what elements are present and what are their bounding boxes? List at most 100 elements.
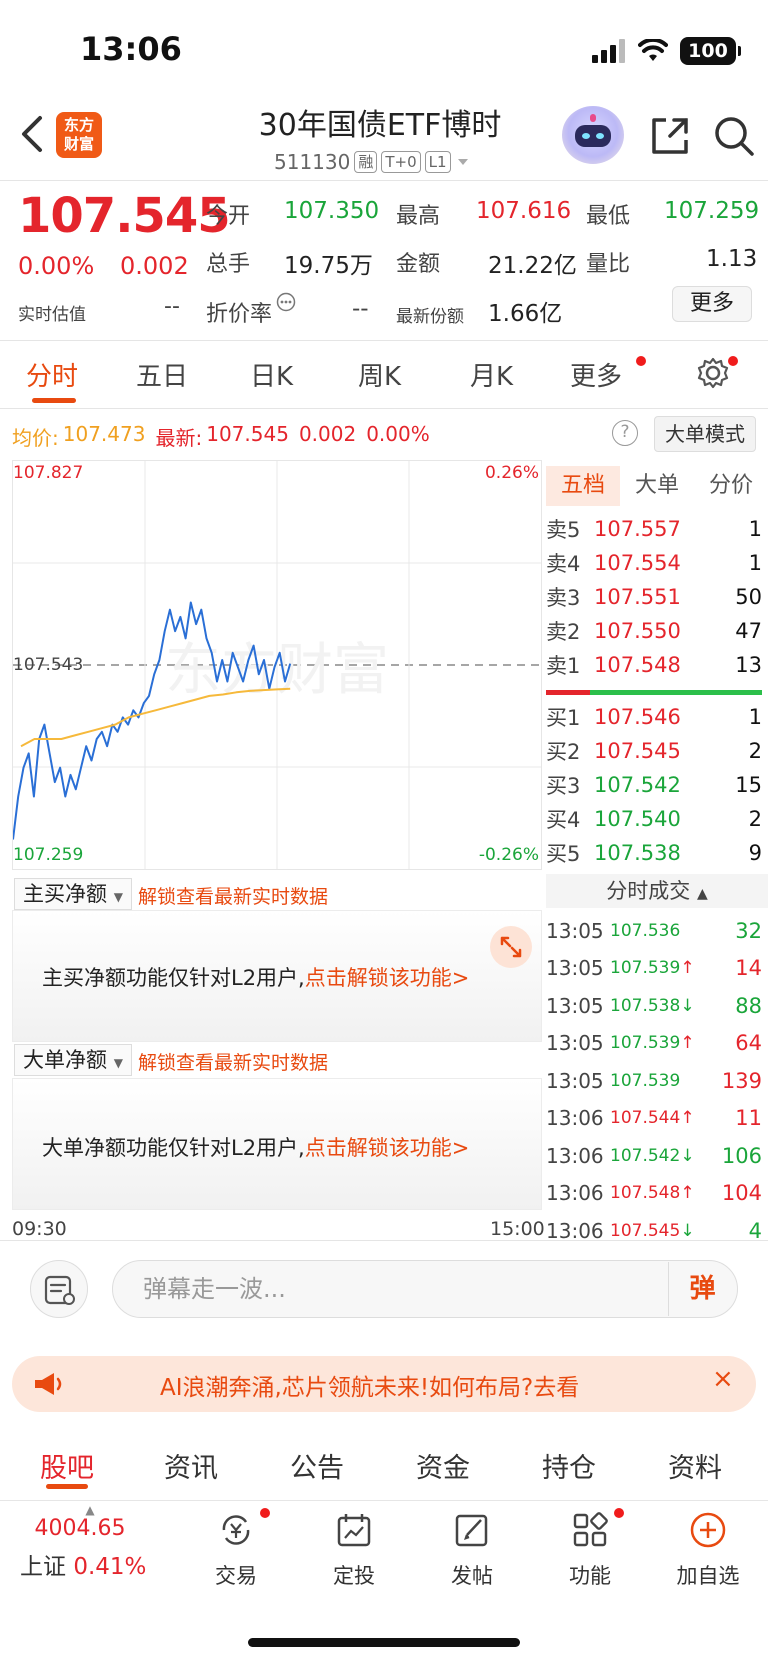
- wifi-icon: [638, 39, 668, 61]
- bid-row[interactable]: 买4 107.540 2: [546, 802, 762, 836]
- fixed-investment-button[interactable]: 定投: [314, 1510, 394, 1590]
- trade-price: 107.544↑: [610, 1108, 702, 1128]
- subtitle-row[interactable]: 511130 融 T+0 L1: [274, 148, 471, 176]
- unlock-main-buy-net-link[interactable]: 点击解锁该功能>: [305, 966, 470, 990]
- add-watchlist-label: 加自选: [676, 1564, 740, 1588]
- danmaku-send-button[interactable]: 弹: [668, 1262, 736, 1316]
- bid-volume: 9: [748, 841, 762, 865]
- tab-news[interactable]: 资讯: [164, 1446, 218, 1485]
- tab-big-orders[interactable]: 大单: [620, 466, 694, 506]
- ask-row[interactable]: 卖4 107.554 1: [546, 546, 762, 580]
- ai-assistant-button[interactable]: [562, 106, 624, 164]
- danmaku-settings-icon: [44, 1275, 75, 1305]
- estimate-label: 实时估值: [18, 305, 86, 325]
- status-icons: 100: [592, 36, 741, 66]
- ask-row[interactable]: 卖1 107.548 13: [546, 648, 762, 682]
- danmaku-settings-button[interactable]: [30, 1260, 88, 1318]
- trade-volume: 106: [721, 1143, 762, 1168]
- intraday-chart[interactable]: 东方财富 107.827 0.26% 107.543 107.259 -0.26…: [12, 460, 542, 870]
- functions-button[interactable]: 功能: [550, 1510, 630, 1590]
- notification-dot: [260, 1508, 270, 1518]
- battery-icon: 100: [680, 37, 741, 65]
- high-value: 107.616: [476, 198, 572, 224]
- bid-ask-ratio-bar: [546, 690, 762, 695]
- volume-ratio-label: 量比: [586, 252, 631, 277]
- tab-price-distribution[interactable]: 分价: [694, 466, 768, 506]
- tab-announcements[interactable]: 公告: [290, 1446, 344, 1485]
- big-order-mode-button[interactable]: 大单模式: [654, 416, 756, 452]
- tab-five-day[interactable]: 五日: [136, 356, 188, 393]
- trade-price-value: 107.544: [610, 1108, 681, 1128]
- unlock-realtime-link[interactable]: 解锁查看最新实时数据: [138, 1048, 328, 1075]
- tab-holdings[interactable]: 持仓: [542, 1446, 596, 1485]
- tab-daily-k[interactable]: 日K: [250, 356, 293, 393]
- tab-forum[interactable]: 股吧: [40, 1446, 94, 1485]
- open-value: 107.350: [284, 198, 380, 224]
- unlock-big-order-net-link[interactable]: 点击解锁该功能>: [305, 1136, 470, 1160]
- signal-icon: [592, 39, 625, 63]
- app-logo: 东方 财富: [56, 112, 102, 158]
- volume-ratio-value: 1.13: [706, 246, 758, 272]
- fund-code: 511130: [274, 150, 351, 174]
- trade-time: 13:05: [546, 1068, 604, 1093]
- post-label: 发帖: [451, 1564, 493, 1588]
- bid-row[interactable]: 买2 107.545 2: [546, 734, 762, 768]
- trade-time: 13:05: [546, 918, 604, 943]
- main-buy-net-dropdown[interactable]: 主买净额 ▼: [14, 878, 132, 910]
- watermark: 东方财富: [165, 638, 389, 701]
- trade-row: 13:06 107.542↓ 106: [546, 1137, 762, 1174]
- main-buy-net-label: 主买净额: [23, 882, 107, 906]
- search-button[interactable]: [712, 114, 756, 158]
- latest-value: 107.545: [206, 422, 289, 446]
- tab-intraday[interactable]: 分时: [26, 356, 78, 393]
- tab-weekly-k[interactable]: 周K: [358, 356, 401, 393]
- share-button[interactable]: [648, 114, 692, 158]
- ask-row[interactable]: 卖5 107.557 1: [546, 512, 762, 546]
- more-button[interactable]: 更多: [672, 286, 752, 322]
- ask-row[interactable]: 卖2 107.550 47: [546, 614, 762, 648]
- chevron-down-icon: [457, 159, 468, 165]
- bid-price: 107.545: [594, 739, 681, 763]
- bid-row[interactable]: 买5 107.538 9: [546, 836, 762, 870]
- close-icon[interactable]: ×: [712, 1364, 734, 1394]
- main-buy-net-message: 主买净额功能仅针对L2用户,点击解锁该功能>: [42, 962, 469, 992]
- help-icon[interactable]: ?: [612, 420, 638, 446]
- calendar-chart-icon: [337, 1514, 371, 1547]
- trade-button[interactable]: 交易: [196, 1510, 276, 1590]
- bid-price: 107.546: [594, 705, 681, 729]
- ask-level-label: 卖5: [546, 518, 581, 542]
- add-watchlist-button[interactable]: 加自选: [668, 1510, 748, 1590]
- low-value: 107.259: [664, 198, 760, 224]
- trade-direction-arrow: ↓: [680, 1220, 695, 1241]
- settings-gear-icon[interactable]: [696, 356, 730, 390]
- intraday-chart-svg: 东方财富: [12, 461, 541, 869]
- big-order-net-label: 大单净额: [23, 1048, 107, 1072]
- bid-row[interactable]: 买1 107.546 1: [546, 700, 762, 734]
- ask-level-label: 卖1: [546, 654, 581, 678]
- trade-volume: 64: [735, 1031, 762, 1055]
- promo-banner-text[interactable]: AI浪潮奔涌,芯片领航未来!如何布局?去看: [160, 1368, 579, 1402]
- danmaku-input[interactable]: 弹幕走一波...: [112, 1260, 738, 1318]
- index-quote[interactable]: ▲ 4004.65 上证 0.41%: [20, 1504, 160, 1581]
- tab-underline: [32, 398, 76, 403]
- big-order-net-dropdown[interactable]: 大单净额 ▼: [14, 1044, 132, 1076]
- tab-funds[interactable]: 资金: [416, 1446, 470, 1485]
- y-mid-label: 107.543: [13, 655, 84, 675]
- expand-icon[interactable]: [490, 926, 532, 968]
- page-title: 30年国债ETF博时: [258, 108, 502, 143]
- bid-row[interactable]: 买3 107.542 15: [546, 768, 762, 802]
- premium-label: 折价率: [206, 302, 273, 327]
- tab-five-levels[interactable]: 五档: [546, 466, 620, 506]
- fixed-investment-label: 定投: [333, 1564, 375, 1588]
- tab-more[interactable]: 更多: [570, 356, 622, 393]
- info-icon[interactable]: [276, 292, 296, 312]
- unlock-realtime-link[interactable]: 解锁查看最新实时数据: [138, 882, 328, 909]
- ask-volume: 50: [735, 585, 762, 609]
- trades-header[interactable]: 分时成交 ▲: [546, 874, 768, 908]
- tab-monthly-k[interactable]: 月K: [470, 356, 513, 393]
- tab-profile[interactable]: 资料: [668, 1446, 722, 1485]
- ask-volume: 47: [735, 619, 762, 643]
- post-button[interactable]: 发帖: [432, 1510, 512, 1590]
- back-button[interactable]: [14, 112, 54, 156]
- ask-row[interactable]: 卖3 107.551 50: [546, 580, 762, 614]
